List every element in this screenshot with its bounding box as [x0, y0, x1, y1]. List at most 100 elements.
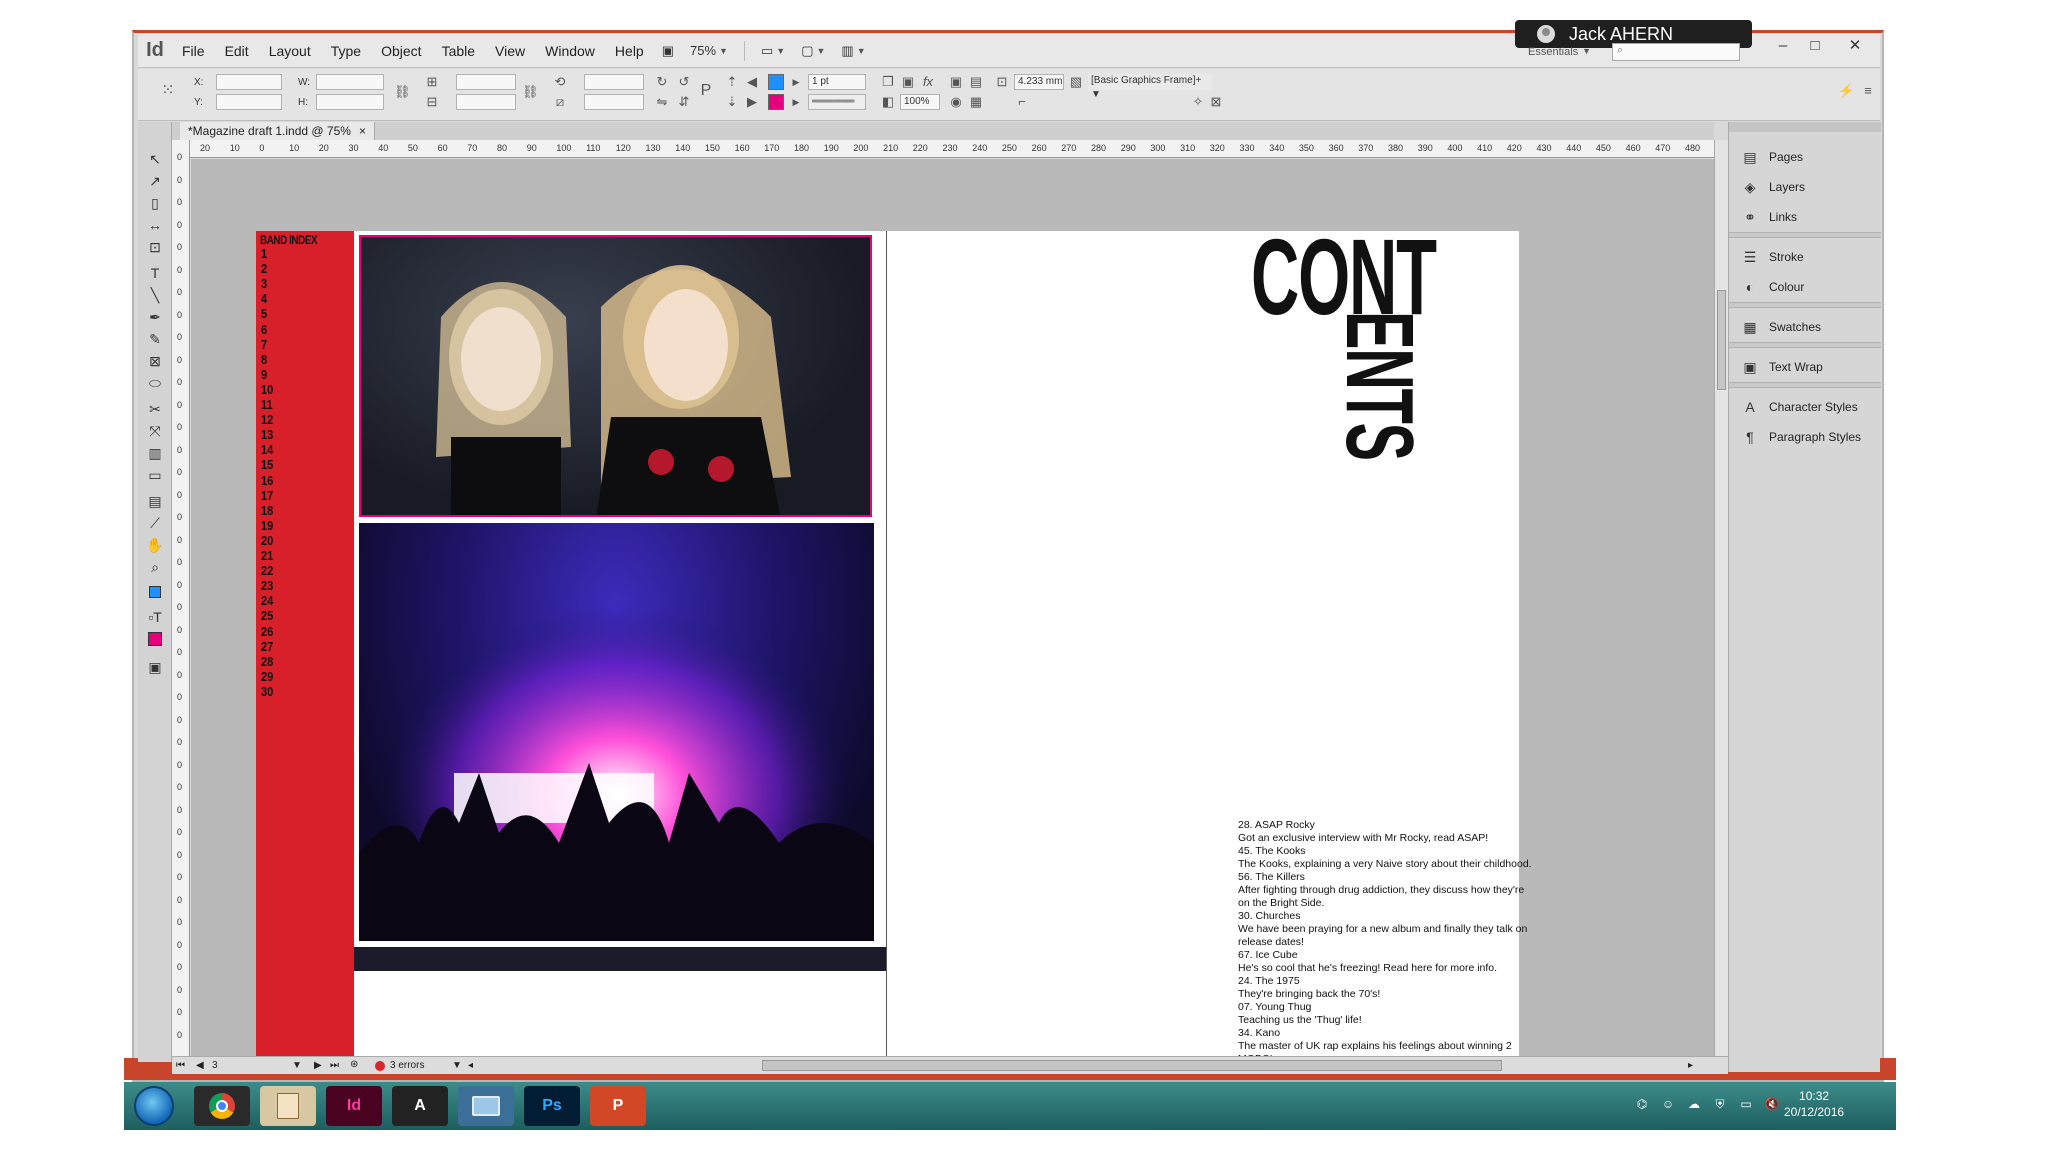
- panel-group-divider[interactable]: [1729, 302, 1881, 308]
- panel-group-divider[interactable]: [1729, 342, 1881, 348]
- wrap-none-icon[interactable]: ▣: [948, 74, 964, 90]
- maximize-button[interactable]: □: [1800, 34, 1830, 56]
- direct-selection-tool-icon[interactable]: ↗: [144, 172, 166, 190]
- volume-muted-icon[interactable]: 🔇: [1764, 1096, 1780, 1112]
- taskbar-explorer-icon[interactable]: [458, 1086, 514, 1126]
- auto-fit-icon[interactable]: ⊠: [1208, 94, 1224, 110]
- content-collector-icon[interactable]: ⊡: [144, 238, 166, 256]
- effects-icon[interactable]: fx: [920, 74, 936, 90]
- selection-tool-icon[interactable]: ↖: [144, 150, 166, 168]
- gradient-swatch-tool-icon[interactable]: ▥: [144, 444, 166, 462]
- dark-footer-strip[interactable]: [354, 947, 886, 971]
- menu-edit[interactable]: Edit: [215, 43, 259, 59]
- constrain-proportions-icon[interactable]: ⛓: [394, 84, 411, 100]
- reference-point-icon[interactable]: ⁙: [160, 83, 176, 99]
- menu-table[interactable]: Table: [432, 43, 485, 59]
- close-tab-icon[interactable]: ×: [359, 124, 366, 138]
- arrange-documents-icon[interactable]: ▥ ▼: [833, 43, 873, 59]
- select-next-icon[interactable]: ▶: [744, 94, 760, 110]
- panel-group-divider[interactable]: [1729, 232, 1881, 238]
- corner-shape-icon[interactable]: ⌐: [1014, 94, 1030, 110]
- rotate-cw-icon[interactable]: ↻: [654, 74, 670, 90]
- flip-vertical-icon[interactable]: ⇵: [676, 94, 692, 110]
- panel-text-wrap[interactable]: ▣ Text Wrap: [1735, 354, 1875, 380]
- menu-file[interactable]: File: [172, 43, 215, 59]
- view-options-icon[interactable]: ▭ ▼: [753, 43, 793, 59]
- zoom-level-select[interactable]: 75% ▼: [682, 43, 736, 58]
- start-button[interactable]: [134, 1086, 174, 1126]
- select-container-icon[interactable]: ⇡: [724, 74, 740, 90]
- page-dropdown-icon[interactable]: ▼: [292, 1060, 302, 1071]
- panel-colour[interactable]: ◐ Colour: [1735, 274, 1875, 300]
- rotation-field[interactable]: [584, 74, 644, 90]
- select-previous-icon[interactable]: ◀: [744, 74, 760, 90]
- eyedropper-tool-icon[interactable]: ⟋: [144, 514, 166, 532]
- photo-concert-crowd[interactable]: [359, 523, 874, 941]
- vertical-scroll-thumb[interactable]: [1717, 290, 1726, 390]
- scale-x-field[interactable]: [456, 74, 516, 90]
- object-style-select[interactable]: [Basic Graphics Frame]+ ▼: [1088, 74, 1212, 100]
- network-icon[interactable]: ⌬: [1634, 1096, 1650, 1112]
- opacity-field[interactable]: 100%: [900, 94, 940, 110]
- taskbar-chrome-icon[interactable]: [194, 1086, 250, 1126]
- stroke-type-select[interactable]: ══════: [808, 94, 866, 110]
- fill-stroke-icon[interactable]: [144, 584, 166, 602]
- quick-apply-icon[interactable]: ⚡: [1838, 83, 1854, 99]
- type-tool-icon[interactable]: T: [144, 264, 166, 282]
- page-number[interactable]: 3: [212, 1060, 218, 1071]
- system-clock[interactable]: 10:32 20/12/2016: [1784, 1088, 1844, 1120]
- scroll-right-icon[interactable]: ▸: [1688, 1060, 1693, 1071]
- page-tool-icon[interactable]: ▯: [144, 194, 166, 212]
- select-content-icon[interactable]: ⇣: [724, 94, 740, 110]
- clear-overrides-icon[interactable]: ✧: [1190, 94, 1206, 110]
- cloud-icon[interactable]: ☁: [1686, 1096, 1702, 1112]
- hand-tool-icon[interactable]: ✋: [144, 536, 166, 554]
- photo-two-girls-laughing[interactable]: [359, 235, 872, 517]
- corner-size-field[interactable]: 4.233 mm: [1014, 74, 1064, 90]
- panel-group-divider[interactable]: [1729, 382, 1881, 388]
- align-center-icon[interactable]: ◉: [948, 94, 964, 110]
- x-field[interactable]: [216, 74, 282, 90]
- formatting-affects-icon[interactable]: ▫T: [144, 608, 166, 626]
- pen-tool-icon[interactable]: ✒: [144, 308, 166, 326]
- table-of-contents[interactable]: 28. ASAP Rocky Got an exclusive interview…: [1238, 819, 1532, 1056]
- user-tray-icon[interactable]: ☺: [1660, 1096, 1676, 1112]
- document-tab[interactable]: *Magazine draft 1.indd @ 75% ×: [180, 122, 375, 140]
- vertical-scrollbar[interactable]: [1714, 140, 1728, 1056]
- gap-tool-icon[interactable]: ↔: [144, 216, 166, 234]
- stroke-dropdown-icon[interactable]: ▶: [788, 94, 804, 110]
- apply-color-icon[interactable]: [144, 632, 166, 650]
- taskbar-powerpoint-icon[interactable]: P: [590, 1086, 646, 1126]
- menu-layout[interactable]: Layout: [259, 43, 321, 59]
- gradient-feather-tool-icon[interactable]: ▭: [144, 466, 166, 484]
- preflight-errors[interactable]: 3 errors: [390, 1060, 424, 1071]
- first-page-icon[interactable]: ⏮: [176, 1060, 185, 1071]
- pasteboard[interactable]: BAND INDEX 1 2 3 4 5 6 7 8 9 10 11 12 13 14 15 16 17 18 19…: [191, 159, 1714, 1056]
- next-page-icon[interactable]: ▶: [314, 1060, 322, 1071]
- line-tool-icon[interactable]: ╲: [144, 286, 166, 304]
- close-button[interactable]: ✕: [1840, 34, 1870, 56]
- height-field[interactable]: [316, 94, 384, 110]
- free-transform-tool-icon[interactable]: ⤧: [144, 422, 166, 440]
- panel-menu-icon[interactable]: ≡: [1860, 83, 1876, 99]
- y-field[interactable]: [216, 94, 282, 110]
- stroke-weight-field[interactable]: 1 pt: [808, 74, 866, 90]
- panel-links[interactable]: ⚭ Links: [1735, 204, 1875, 230]
- panel-dock-header[interactable]: [1729, 122, 1881, 132]
- stroke-swatch[interactable]: [768, 94, 784, 110]
- shear-field[interactable]: [584, 94, 644, 110]
- last-page-icon[interactable]: ⏭: [330, 1060, 339, 1071]
- note-tool-icon[interactable]: ▤: [144, 492, 166, 510]
- taskbar-indesign-icon[interactable]: Id: [326, 1086, 382, 1126]
- panel-swatches[interactable]: ▦ Swatches: [1735, 314, 1875, 340]
- scroll-left-icon[interactable]: ◂: [468, 1060, 473, 1071]
- drop-shadow-icon[interactable]: ❐: [880, 74, 896, 90]
- menu-window[interactable]: Window: [535, 43, 605, 59]
- scissors-tool-icon[interactable]: ✂: [144, 400, 166, 418]
- taskbar-contacts-icon[interactable]: [260, 1086, 316, 1126]
- fill-swatch[interactable]: [768, 74, 784, 90]
- panel-stroke[interactable]: ☰ Stroke: [1735, 244, 1875, 270]
- wrap-bounding-icon[interactable]: ▤: [968, 74, 984, 90]
- menu-type[interactable]: Type: [321, 43, 371, 59]
- taskbar-photoshop-icon[interactable]: Ps: [524, 1086, 580, 1126]
